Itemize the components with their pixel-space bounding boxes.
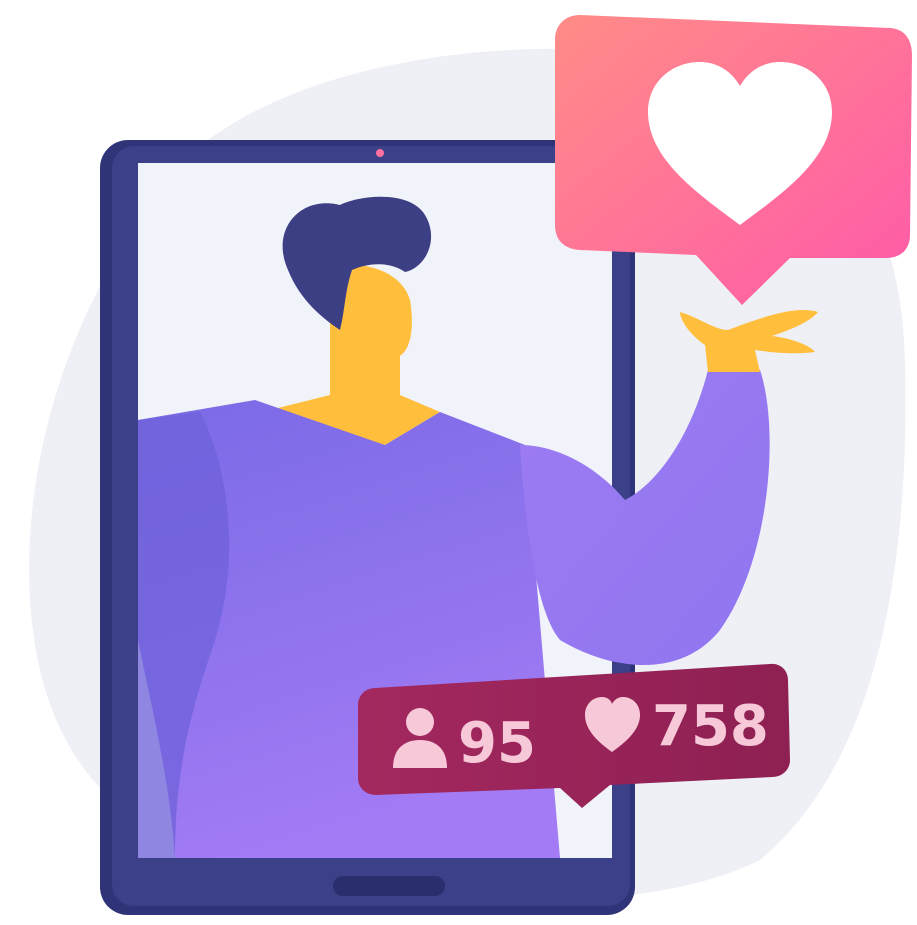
social-media-likes-illustration: 95 758 (29, 15, 912, 915)
tablet-camera (376, 149, 384, 157)
likes-count: 758 (652, 694, 769, 759)
followers-count: 95 (458, 711, 536, 776)
tablet-home-button (333, 876, 445, 896)
